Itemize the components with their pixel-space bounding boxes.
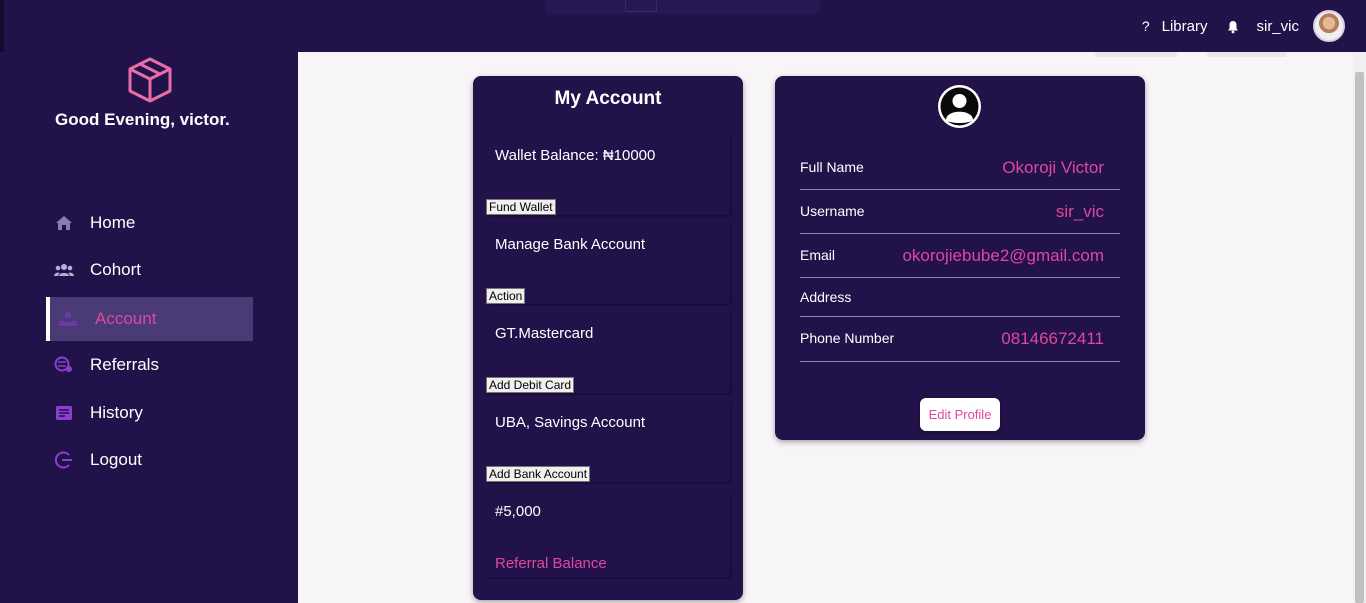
full-name-label: Full Name xyxy=(800,159,864,175)
divider xyxy=(800,189,1120,190)
help-icon[interactable]: ? xyxy=(1142,18,1150,34)
username-label[interactable]: sir_vic xyxy=(1256,18,1299,35)
sidebar-item-label: Cohort xyxy=(90,260,142,279)
account-title: My Account xyxy=(554,88,662,109)
manage-bank-account: Manage Bank Account xyxy=(495,236,646,253)
sidebar-item-label: Home xyxy=(90,213,136,232)
vertical-scrollbar[interactable] xyxy=(1353,52,1366,603)
wallet-balance: Wallet Balance: ₦10000 xyxy=(495,147,656,164)
username-label: Username xyxy=(800,203,865,219)
email-value: okorojiebube2@gmail.com xyxy=(902,246,1104,265)
sidebar-item-label: History xyxy=(90,403,143,422)
library-link[interactable]: Library xyxy=(1162,18,1208,35)
referral-balance-label: Referral Balance xyxy=(495,555,607,572)
referrals-icon xyxy=(54,355,74,375)
sidebar-item-cohort[interactable]: Cohort xyxy=(46,248,253,292)
ghost-tab xyxy=(1207,52,1287,57)
bell-icon[interactable] xyxy=(1227,19,1239,34)
account-icon xyxy=(58,309,78,329)
divider xyxy=(800,233,1120,234)
ghost-tab xyxy=(1095,52,1177,57)
divider xyxy=(800,277,1120,278)
sidebar-item-referrals[interactable]: Referrals xyxy=(46,343,253,387)
bank-account-name: UBA, Savings Account xyxy=(495,414,646,431)
scrollbar-thumb[interactable] xyxy=(1355,72,1364,603)
greeting-text: Good Evening, victor. xyxy=(55,110,230,129)
logout-icon xyxy=(54,450,74,470)
full-name-value: Okoroji Victor xyxy=(1002,158,1104,177)
top-ghost-panel xyxy=(545,0,820,14)
sidebar-item-label: Referrals xyxy=(90,355,159,374)
sidebar-item-home[interactable]: Home xyxy=(46,201,253,245)
action-button[interactable]: Action xyxy=(486,288,526,304)
phone-label: Phone Number xyxy=(800,330,895,346)
sidebar-item-label: Logout xyxy=(90,450,142,469)
user-avatar-icon xyxy=(937,84,982,129)
user-avatar[interactable] xyxy=(1313,10,1345,42)
phone-value: 08146672411 xyxy=(1001,329,1104,348)
card-name: GT.Mastercard xyxy=(495,325,594,342)
email-label: Email xyxy=(800,247,836,263)
add-bank-account-button[interactable]: Add Bank Account xyxy=(486,466,591,482)
sidebar-item-account[interactable]: Account xyxy=(46,297,253,341)
sidebar-item-label: Account xyxy=(95,309,157,328)
home-icon xyxy=(54,213,74,233)
ghost-box xyxy=(625,0,657,12)
add-debit-card-button[interactable]: Add Debit Card xyxy=(486,377,575,393)
divider xyxy=(800,361,1120,362)
group-icon xyxy=(54,260,74,280)
cube-logo-icon xyxy=(126,56,174,104)
edit-profile-button[interactable]: Edit Profile xyxy=(920,398,1000,431)
username-value: sir_vic xyxy=(1055,202,1104,221)
sidebar-item-history[interactable]: History xyxy=(46,391,253,435)
history-icon xyxy=(54,403,74,423)
top-right-controls: ? Library sir_vic xyxy=(1142,10,1345,42)
address-label: Address xyxy=(800,289,852,305)
sidebar-item-logout[interactable]: Logout xyxy=(46,438,253,482)
divider xyxy=(800,316,1120,317)
top-bar: ? Library sir_vic xyxy=(0,0,1366,52)
referral-amount: #5,000 xyxy=(495,503,541,520)
fund-wallet-button[interactable]: Fund Wallet xyxy=(486,199,556,215)
